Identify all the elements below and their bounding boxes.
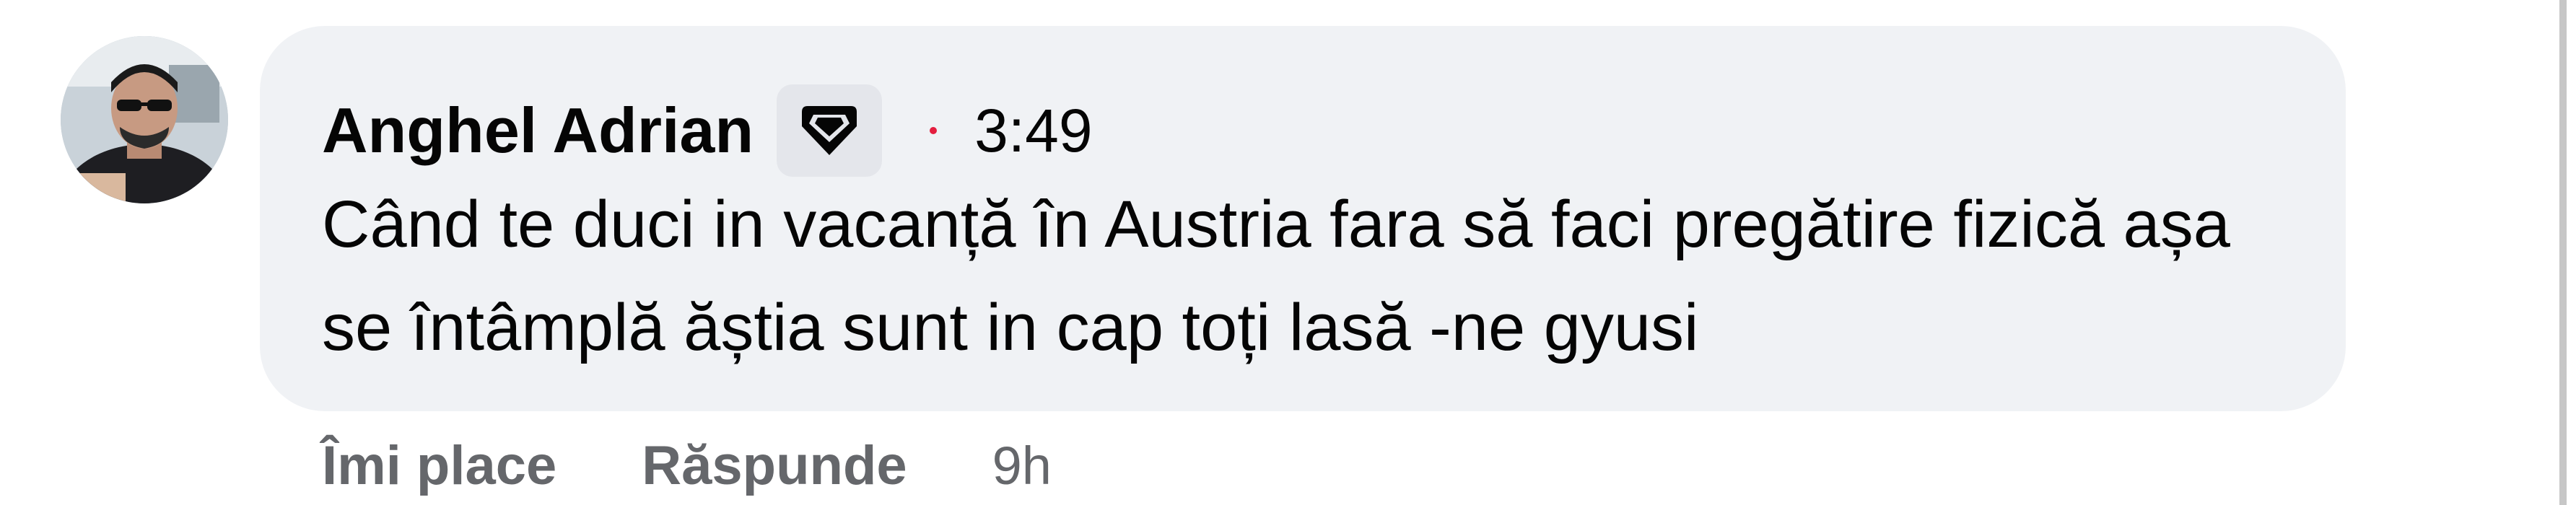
comment-text: Când te duci in vacanță în Austria fara … xyxy=(322,188,2230,364)
comment-actions: Îmi place Răspunde 9h xyxy=(322,426,1052,505)
top-fan-badge[interactable] xyxy=(777,84,883,177)
like-button[interactable]: Îmi place xyxy=(322,434,556,497)
comment-age[interactable]: 9h xyxy=(992,435,1052,496)
author-name[interactable]: Anghel Adrian xyxy=(322,99,754,162)
reply-button[interactable]: Răspunde xyxy=(642,434,907,497)
profile-photo xyxy=(61,36,228,203)
separator-dot xyxy=(930,127,938,134)
comment-timestamp[interactable]: 3:49 xyxy=(974,100,1093,161)
top-fan-badge-icon xyxy=(802,106,857,155)
avatar[interactable] xyxy=(61,36,228,203)
comment-thread: Anghel Adrian 3:49 Când te duci in vacan… xyxy=(0,0,2576,505)
scrollbar[interactable] xyxy=(2559,0,2567,505)
